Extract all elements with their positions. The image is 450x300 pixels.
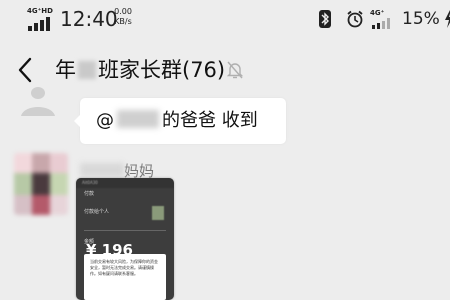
screenshot-warning-text: 当前交易有较大风险，为保障你的资金安全，暂时无法完成交易。请谨慎操作。如有疑问请… xyxy=(90,259,158,276)
message-text: @ 的爸爸 收到 xyxy=(96,108,258,134)
charging-bolt-icon xyxy=(445,10,450,28)
screenshot-label-pay-to: 付款给个人 xyxy=(84,209,110,215)
avatar[interactable] xyxy=(14,153,68,215)
avatar-image xyxy=(14,153,68,215)
redacted-blur xyxy=(78,61,96,79)
screenshot-divider xyxy=(84,230,166,231)
network-speed-unit: KB/s xyxy=(114,17,132,26)
chat-title-rest: 班家长群(76) xyxy=(98,58,226,82)
signal-4g-label: 4G⁺ xyxy=(370,9,385,17)
screenshot-statusbar-text: Ait0A30 xyxy=(82,180,98,185)
message-bubble[interactable]: @ 的爸爸 收到 xyxy=(74,98,286,144)
message-body: 的爸爸 收到 xyxy=(162,110,258,131)
battery-percent: 15% xyxy=(402,9,440,29)
network-type-label: 4G⁺HD xyxy=(27,7,53,15)
mention-at: @ xyxy=(96,110,114,131)
chat-header: 年班家长群(76) xyxy=(0,38,450,100)
redacted-blur xyxy=(117,110,159,128)
qr-thumbnail xyxy=(152,206,164,220)
image-attachment[interactable]: Ait0A30 付款 付款给个人 金额 ¥ 196 当前交易有较大风险，为保障你… xyxy=(76,178,174,300)
screenshot-statusbar: Ait0A30 xyxy=(76,178,174,188)
bell-off-icon xyxy=(226,61,244,79)
chevron-left-icon[interactable] xyxy=(14,56,36,84)
signal-bars-icon xyxy=(28,17,54,31)
network-speed: 0.00 KB/s xyxy=(110,7,136,27)
screenshot-warning-dialog: 当前交易有较大风险，为保障你的资金安全，暂时无法完成交易。请谨慎操作。如有疑问请… xyxy=(84,254,166,300)
chat-title: 年班家长群(76) xyxy=(55,56,225,84)
chat-title-char: 年 xyxy=(55,58,76,82)
status-time: 12:40 xyxy=(60,7,118,31)
alarm-icon xyxy=(347,10,363,28)
bluetooth-icon xyxy=(319,10,331,28)
status-bar: 4G⁺HD 12:40 0.00 KB/s 4G⁺ 15% xyxy=(0,0,450,38)
network-speed-value: 0.00 xyxy=(114,7,132,16)
screenshot-label-pay: 付款 xyxy=(84,191,95,197)
status-right-group: 4G⁺ 15% xyxy=(318,8,450,30)
signal-4g-icon: 4G⁺ xyxy=(370,9,394,30)
default-avatar-icon[interactable] xyxy=(16,86,60,120)
redacted-blur xyxy=(80,163,124,177)
